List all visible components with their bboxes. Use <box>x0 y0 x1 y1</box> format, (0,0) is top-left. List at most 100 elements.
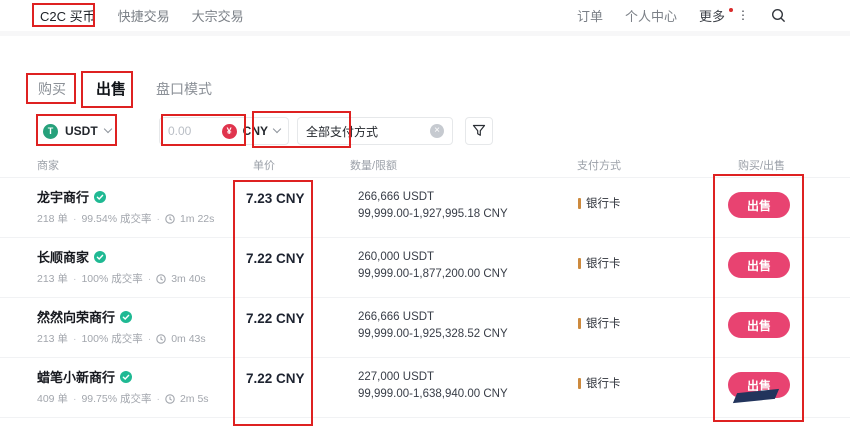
payment-label: 银行卡 <box>586 315 621 331</box>
table-row: 蜡笔小新商行 409 单 99.75% 成交率 2m 5s 7.22 CNY 2… <box>0 358 850 418</box>
payment-method-select[interactable]: 全部支付方式 × <box>297 117 453 145</box>
nav-separator <box>0 31 850 36</box>
nav-item-block-trade[interactable]: 大宗交易 <box>192 6 244 25</box>
merchant-name[interactable]: 然然向荣商行 <box>37 307 115 326</box>
release-time: 0m 43s <box>171 333 205 345</box>
merchant-name[interactable]: 长顺商家 <box>37 247 89 266</box>
cny-icon: ¥ <box>222 124 237 139</box>
clock-icon <box>165 394 175 404</box>
table-row: 龙宇商行 218 单 99.54% 成交率 1m 22s 7.23 CNY 26… <box>0 178 850 238</box>
release-time: 2m 5s <box>180 393 209 405</box>
bank-card-tag-icon <box>578 318 581 329</box>
nav-item-profile[interactable]: 个人中心 <box>625 6 677 25</box>
clock-icon <box>156 334 166 344</box>
c2c-trading-page: C2C 买币 快捷交易 大宗交易 订单 个人中心 更多 ⋮ 购买 出售 盘口模式… <box>0 0 850 433</box>
payment-select-value: 全部支付方式 <box>306 123 378 140</box>
offer-list: 龙宇商行 218 单 99.54% 成交率 1m 22s 7.23 CNY 26… <box>0 177 850 418</box>
nav-item-quick-trade[interactable]: 快捷交易 <box>118 6 170 25</box>
tab-sell[interactable]: 出售 <box>96 78 126 99</box>
order-limit: 99,999.00-1,877,200.00 CNY <box>358 266 508 283</box>
usdt-icon: T <box>43 124 58 139</box>
nav-left: C2C 买币 快捷交易 大宗交易 <box>40 6 244 25</box>
nav-item-c2c-buy[interactable]: C2C 买币 <box>40 6 96 25</box>
available-amount: 266,666 USDT <box>358 189 508 206</box>
payment-label: 银行卡 <box>586 375 621 391</box>
available-amount: 260,000 USDT <box>358 249 508 266</box>
merchant-stats: 409 单 99.75% 成交率 2m 5s <box>37 391 209 406</box>
price: 7.22 CNY <box>246 371 305 386</box>
filter-button[interactable] <box>465 117 493 145</box>
clock-icon <box>156 274 166 284</box>
tab-buy[interactable]: 购买 <box>38 79 66 99</box>
order-limit: 99,999.00-1,638,940.00 CNY <box>358 386 508 403</box>
completion-rate: 99.75% 成交率 <box>81 391 151 406</box>
sell-button[interactable]: 出售 <box>728 252 790 278</box>
top-nav: C2C 买币 快捷交易 大宗交易 订单 个人中心 更多 ⋮ <box>0 0 850 31</box>
completion-rate: 100% 成交率 <box>81 271 142 286</box>
header-merchant: 商家 <box>37 157 59 173</box>
orders-count: 409 单 <box>37 391 68 406</box>
payment-label: 银行卡 <box>586 195 621 211</box>
funnel-icon <box>472 124 486 138</box>
release-time: 1m 22s <box>180 213 214 225</box>
merchant-name[interactable]: 蜡笔小新商行 <box>37 367 115 386</box>
orders-count: 218 单 <box>37 211 68 226</box>
merchant-cell: 长顺商家 213 单 100% 成交率 3m 40s <box>37 247 206 286</box>
orders-count: 213 单 <box>37 271 68 286</box>
price: 7.22 CNY <box>246 311 305 326</box>
available-amount: 266,666 USDT <box>358 309 508 326</box>
header-payment-method: 支付方式 <box>577 157 621 173</box>
clear-icon[interactable]: × <box>430 124 444 138</box>
header-price: 单价 <box>253 157 275 173</box>
nav-item-more[interactable]: 更多 ⋮ <box>699 6 749 25</box>
header-amount-limit: 数量/限额 <box>350 157 397 173</box>
price: 7.23 CNY <box>246 191 305 206</box>
table-row: 长顺商家 213 单 100% 成交率 3m 40s 7.22 CNY 260,… <box>0 238 850 298</box>
payment-method: 银行卡 <box>578 195 621 211</box>
nav-item-orders[interactable]: 订单 <box>577 6 603 25</box>
order-limit: 99,999.00-1,927,995.18 CNY <box>358 206 508 223</box>
orders-count: 213 单 <box>37 331 68 346</box>
filter-bar: T USDT ¥ CNY 全部支付方式 × <box>37 117 493 145</box>
amount-limit-cell: 260,000 USDT 99,999.00-1,877,200.00 CNY <box>358 249 508 283</box>
amount-fiat-group: ¥ CNY <box>159 117 289 145</box>
header-buy-sell: 购买/出售 <box>738 157 785 173</box>
sell-button[interactable]: 出售 <box>728 192 790 218</box>
crypto-select[interactable]: T USDT <box>37 117 117 145</box>
release-time: 3m 40s <box>171 273 205 285</box>
completion-rate: 99.54% 成交率 <box>81 211 151 226</box>
verified-badge-icon <box>120 371 132 383</box>
merchant-cell: 龙宇商行 218 单 99.54% 成交率 1m 22s <box>37 187 214 226</box>
chevron-down-icon <box>273 125 281 133</box>
crypto-select-value: USDT <box>65 124 98 138</box>
fiat-select[interactable]: ¥ CNY <box>222 124 280 139</box>
sell-button[interactable]: 出售 <box>728 312 790 338</box>
search-icon[interactable] <box>771 8 786 23</box>
fiat-select-value: CNY <box>243 124 268 138</box>
notification-dot-icon <box>729 8 733 12</box>
more-label: 更多 <box>699 6 725 25</box>
vertical-dots-icon: ⋮ <box>737 8 749 22</box>
tab-orderbook-mode[interactable]: 盘口模式 <box>156 79 212 99</box>
table-row: 然然向荣商行 213 单 100% 成交率 0m 43s 7.22 CNY 26… <box>0 298 850 358</box>
payment-label: 银行卡 <box>586 255 621 271</box>
merchant-cell: 然然向荣商行 213 单 100% 成交率 0m 43s <box>37 307 206 346</box>
verified-badge-icon <box>94 251 106 263</box>
amount-limit-cell: 227,000 USDT 99,999.00-1,638,940.00 CNY <box>358 369 508 403</box>
payment-method: 银行卡 <box>578 255 621 271</box>
table-header: 商家 单价 数量/限额 支付方式 购买/出售 <box>0 157 850 173</box>
merchant-stats: 218 单 99.54% 成交率 1m 22s <box>37 211 214 226</box>
nav-right: 订单 个人中心 更多 ⋮ <box>577 6 786 25</box>
payment-method: 银行卡 <box>578 375 621 391</box>
chevron-down-icon <box>103 125 111 133</box>
amount-input[interactable] <box>168 124 206 138</box>
bank-card-tag-icon <box>578 198 581 209</box>
merchant-stats: 213 单 100% 成交率 0m 43s <box>37 331 206 346</box>
amount-limit-cell: 266,666 USDT 99,999.00-1,927,995.18 CNY <box>358 189 508 223</box>
merchant-stats: 213 单 100% 成交率 3m 40s <box>37 271 206 286</box>
order-limit: 99,999.00-1,925,328.52 CNY <box>358 326 508 343</box>
bank-card-tag-icon <box>578 258 581 269</box>
merchant-name[interactable]: 龙宇商行 <box>37 187 89 206</box>
payment-method: 银行卡 <box>578 315 621 331</box>
amount-limit-cell: 266,666 USDT 99,999.00-1,925,328.52 CNY <box>358 309 508 343</box>
